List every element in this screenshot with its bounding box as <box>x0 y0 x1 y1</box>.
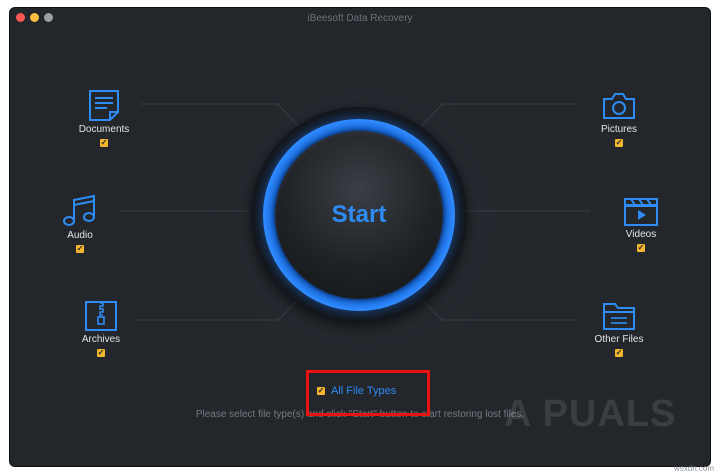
category-label: Archives <box>81 334 121 345</box>
category-label: Pictures <box>600 124 638 135</box>
start-label: Start <box>331 201 387 228</box>
category-checkbox[interactable]: ✓ <box>615 349 623 357</box>
category-checkbox[interactable]: ✓ <box>76 245 84 253</box>
category-checkbox[interactable]: ✓ <box>637 244 645 252</box>
category-label: Other Files <box>594 334 644 345</box>
category-other-files[interactable]: Other Files ✓ <box>569 300 669 357</box>
folder-icon <box>603 303 635 330</box>
category-checkbox[interactable]: ✓ <box>100 139 108 147</box>
app-window: iBeesoft Data Recovery Start Documents ✓ <box>10 8 710 466</box>
start-button-housing: Start <box>251 107 467 323</box>
category-label: Documents <box>78 124 130 135</box>
category-pictures[interactable]: Pictures ✓ <box>569 90 669 147</box>
category-audio[interactable]: Audio ✓ <box>30 194 130 253</box>
category-documents[interactable]: Documents ✓ <box>54 88 154 147</box>
category-label: Audio <box>67 230 93 241</box>
category-checkbox[interactable]: ✓ <box>615 139 623 147</box>
document-icon <box>89 90 119 121</box>
watermark: A PUALS <box>504 393 677 435</box>
category-label: Videos <box>625 229 657 240</box>
site-credit: wsxdn.com <box>674 464 715 473</box>
category-videos[interactable]: Videos ✓ <box>591 195 691 252</box>
category-checkbox[interactable]: ✓ <box>97 349 105 357</box>
clapperboard-icon <box>624 198 658 226</box>
camera-icon <box>603 93 635 119</box>
archive-icon <box>85 301 117 331</box>
music-note-icon <box>63 194 95 226</box>
category-archives[interactable]: Archives ✓ <box>51 300 151 357</box>
start-button[interactable]: Start <box>275 131 443 299</box>
red-highlight-box <box>306 370 430 416</box>
